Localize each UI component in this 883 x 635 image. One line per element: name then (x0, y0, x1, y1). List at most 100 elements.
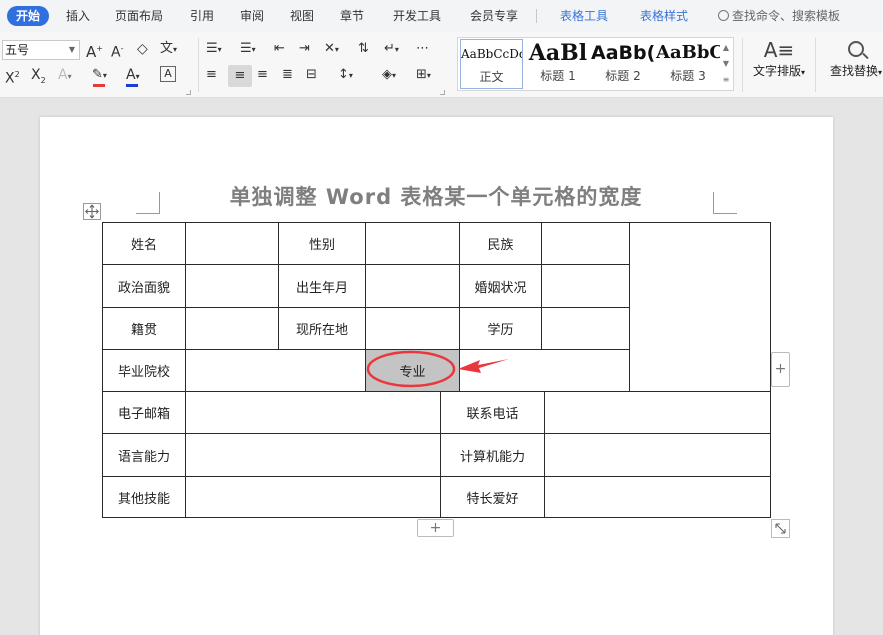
font-color-icon[interactable]: A▾ (126, 66, 140, 86)
table-cell-input[interactable] (544, 391, 771, 434)
table-cell-input[interactable] (541, 264, 630, 308)
align-right-icon[interactable]: ≡ (257, 66, 268, 84)
style-heading-2[interactable]: AaBb( 标题 2 (591, 39, 655, 89)
table-cell-label[interactable]: 学历 (459, 307, 542, 350)
table-cell-input[interactable] (185, 222, 279, 265)
table-cell-input[interactable] (185, 349, 366, 392)
table-cell-input[interactable] (365, 307, 460, 350)
table-cell-input[interactable] (185, 307, 279, 350)
grow-font-icon[interactable]: A+ (86, 40, 103, 61)
tab-view[interactable]: 视图 (290, 0, 314, 32)
chinese-layout-icon[interactable]: ✕▾ (324, 40, 339, 59)
text-effect-icon[interactable]: A▾ (58, 66, 72, 86)
borders-icon[interactable]: ⊞▾ (416, 66, 431, 85)
move-icon (85, 204, 99, 219)
more-icon[interactable]: ≡ (721, 72, 731, 88)
tab-references[interactable]: 引用 (190, 0, 214, 32)
selected-table-cell[interactable]: 专业 (365, 349, 460, 392)
font-color-bar (126, 84, 138, 87)
add-row-button[interactable]: + (417, 519, 454, 537)
table-cell-label[interactable]: 电子邮箱 (102, 391, 186, 434)
sort-icon[interactable]: ⇅ (358, 40, 369, 58)
table-cell-label[interactable]: 特长爱好 (440, 476, 545, 518)
table-cell-input[interactable] (544, 433, 771, 477)
table-cell-label[interactable]: 姓名 (102, 222, 186, 265)
tab-stops-icon[interactable]: ⋯ (416, 40, 429, 58)
tab-developer[interactable]: 开发工具 (393, 0, 441, 32)
style-heading-3[interactable]: AaBbC 标题 3 (656, 39, 720, 89)
table-cell-input[interactable] (541, 222, 630, 265)
tab-review[interactable]: 审阅 (240, 0, 264, 32)
justify-icon[interactable]: ≣ (282, 66, 293, 84)
table-cell-input[interactable] (185, 391, 441, 434)
search-placeholder: 查找命令、搜索模板 (732, 9, 841, 23)
table-cell-input[interactable] (459, 349, 630, 392)
superscript-icon[interactable]: X2 (5, 66, 20, 88)
style-heading-1[interactable]: AaBl 标题 1 (526, 39, 590, 89)
tab-member[interactable]: 会员专享 (470, 0, 518, 32)
bullets-icon[interactable]: ☰▾ (206, 40, 222, 59)
ribbon: 五号 ▼ A+ A- ◇ 文▾ X2 X2 A▾ ✎▾ A▾ A ☰▾ ☰▾ ⇤… (0, 32, 883, 98)
highlight-icon[interactable]: ✎▾ (92, 66, 107, 85)
table-cell-label[interactable]: 现所在地 (278, 307, 366, 350)
table-cell-label[interactable]: 毕业院校 (102, 349, 186, 392)
table-cell-input[interactable] (185, 433, 441, 477)
document-title[interactable]: 单独调整 Word 表格某一个单元格的宽度 (102, 181, 770, 211)
tab-insert[interactable]: 插入 (66, 0, 90, 32)
table-cell-label[interactable]: 其他技能 (102, 476, 186, 518)
find-replace-button[interactable]: 查找替换▾ (826, 38, 883, 79)
chevron-down-icon[interactable]: ▼ (721, 56, 731, 72)
style-preview: AaBbCcDd (461, 47, 522, 61)
table-cell-label[interactable]: 婚姻状况 (459, 264, 542, 308)
style-name: 标题 1 (540, 69, 576, 83)
table-cell-label[interactable]: 联系电话 (440, 391, 545, 434)
table-cell-input[interactable] (365, 222, 460, 265)
shading-icon[interactable]: ◈▾ (382, 66, 396, 85)
table-cell-label[interactable]: 语言能力 (102, 433, 186, 477)
table-cell-input[interactable] (365, 264, 460, 308)
shrink-font-icon[interactable]: A- (111, 40, 123, 62)
align-left-icon[interactable]: ≡ (206, 66, 217, 84)
align-center-icon[interactable]: ≡ (228, 65, 252, 87)
table-cell-label[interactable]: 籍贯 (102, 307, 186, 350)
text-layout-button[interactable]: A≡ 文字排版▾ (748, 38, 810, 79)
chevron-up-icon[interactable]: ▲ (721, 40, 731, 56)
table-cell-label[interactable]: 计算机能力 (440, 433, 545, 477)
photo-cell[interactable] (629, 222, 771, 392)
style-name: 标题 2 (605, 69, 641, 83)
decrease-indent-icon[interactable]: ⇤ (274, 40, 285, 58)
font-size-select[interactable]: 五号 ▼ (2, 40, 80, 60)
tab-table-tools[interactable]: 表格工具 (560, 0, 608, 32)
font-dialog-launcher[interactable] (186, 90, 191, 95)
line-spacing-icon[interactable]: ↕▾ (338, 66, 353, 85)
command-search[interactable]: 查找命令、搜索模板 (718, 0, 840, 32)
style-preview: AaBbC (656, 42, 720, 63)
show-marks-icon[interactable]: ↵▾ (384, 40, 399, 59)
tab-chapter[interactable]: 章节 (340, 0, 364, 32)
subscript-icon[interactable]: X2 (31, 66, 46, 90)
style-normal[interactable]: AaBbCcDd 正文 (460, 39, 523, 89)
table-cell-input[interactable] (541, 307, 630, 350)
phonetic-icon[interactable]: 文▾ (160, 40, 177, 59)
table-move-handle[interactable] (83, 203, 101, 220)
paragraph-dialog-launcher[interactable] (440, 90, 445, 95)
tab-table-style[interactable]: 表格样式 (640, 0, 688, 32)
gallery-scroll[interactable]: ▲ ▼ ≡ (721, 40, 731, 88)
add-column-button[interactable]: + (771, 352, 790, 387)
table-cell-input[interactable] (544, 476, 771, 518)
table-cell-label[interactable]: 民族 (459, 222, 542, 265)
char-border-icon[interactable]: A (160, 66, 176, 82)
clear-format-icon[interactable]: ◇ (137, 40, 148, 58)
table-cell-label[interactable]: 出生年月 (278, 264, 366, 308)
table-resize-handle[interactable] (771, 519, 790, 538)
table-cell-input[interactable] (185, 264, 279, 308)
table-cell-label[interactable]: 性别 (278, 222, 366, 265)
table-cell-input[interactable] (185, 476, 441, 518)
tab-page-layout[interactable]: 页面布局 (115, 0, 163, 32)
table-cell-label[interactable]: 政治面貌 (102, 264, 186, 308)
increase-indent-icon[interactable]: ⇥ (299, 40, 310, 58)
ribbon-divider (815, 38, 816, 92)
tab-start[interactable]: 开始 (7, 6, 49, 26)
numbering-icon[interactable]: ☰▾ (240, 40, 256, 59)
distribute-icon[interactable]: ⊟ (306, 66, 317, 84)
